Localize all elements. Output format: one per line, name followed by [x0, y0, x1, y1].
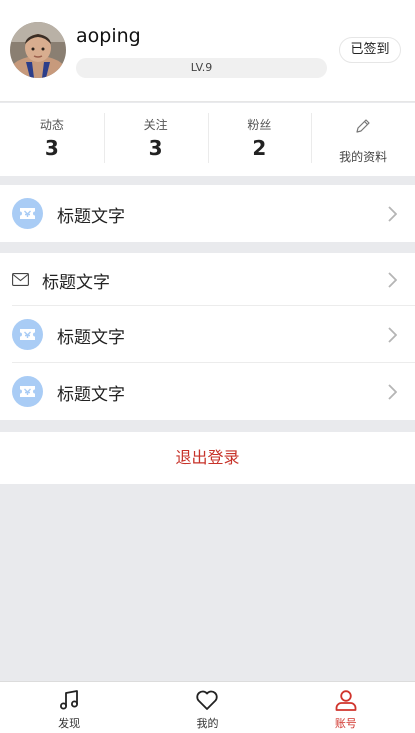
- stat-label: 粉丝: [247, 118, 272, 132]
- level-badge: LV.9: [76, 58, 327, 78]
- person-icon: [335, 690, 357, 711]
- ticket-icon: [12, 319, 43, 350]
- stat-label: 动态: [39, 118, 64, 132]
- tab-label: 发现: [58, 717, 81, 730]
- stat-value: 3: [44, 136, 59, 160]
- chevron-right-icon: [388, 327, 397, 343]
- stat-posts[interactable]: 动态 3: [0, 103, 104, 176]
- stat-following[interactable]: 关注 3: [103, 103, 208, 176]
- list-item[interactable]: 标题文字: [0, 363, 415, 420]
- ticket-icon: [12, 198, 43, 229]
- list-item[interactable]: 标题文字: [0, 185, 415, 242]
- list-item-label: 标题文字: [57, 328, 125, 348]
- edit-profile-label: 我的资料: [339, 150, 388, 164]
- chevron-right-icon: [388, 272, 397, 288]
- stats-bar: 动态 3 关注 3 粉丝 2 我的资料: [0, 103, 415, 176]
- tab-label: 我的: [196, 717, 219, 730]
- username: aoping: [76, 25, 141, 47]
- tab-discover[interactable]: 发现: [0, 682, 138, 733]
- chevron-right-icon: [388, 206, 397, 222]
- list-item[interactable]: 标题文字: [0, 253, 415, 306]
- menu-group-1: 标题文字: [0, 185, 415, 242]
- stat-label: 关注: [143, 118, 168, 132]
- stat-followers[interactable]: 粉丝 2: [207, 103, 312, 176]
- music-note-icon: [60, 690, 79, 710]
- list-item-label: 标题文字: [42, 273, 110, 293]
- checkin-button[interactable]: 已签到: [339, 37, 401, 63]
- list-item[interactable]: 标题文字: [0, 306, 415, 363]
- heart-icon: [196, 690, 219, 710]
- profile-header: aoping LV.9 已签到: [0, 0, 415, 102]
- list-item-label: 标题文字: [57, 385, 125, 405]
- bottom-tab-bar: 发现 我的 账号: [0, 681, 415, 733]
- stat-value: 2: [252, 136, 267, 160]
- mail-icon: [12, 273, 29, 286]
- edit-profile-button[interactable]: 我的资料: [311, 103, 415, 176]
- chevron-right-icon: [388, 384, 397, 400]
- list-item-label: 标题文字: [57, 207, 125, 227]
- logout-button[interactable]: 退出登录: [0, 432, 415, 484]
- tab-label: 账号: [334, 717, 357, 730]
- stat-value: 3: [148, 136, 163, 160]
- menu-group-2: 标题文字 标题文字 标题文字: [0, 253, 415, 420]
- tab-account[interactable]: 账号: [277, 682, 415, 733]
- tab-mine[interactable]: 我的: [138, 682, 276, 733]
- ticket-icon: [12, 376, 43, 407]
- pencil-icon: [356, 119, 370, 133]
- avatar[interactable]: [10, 22, 66, 78]
